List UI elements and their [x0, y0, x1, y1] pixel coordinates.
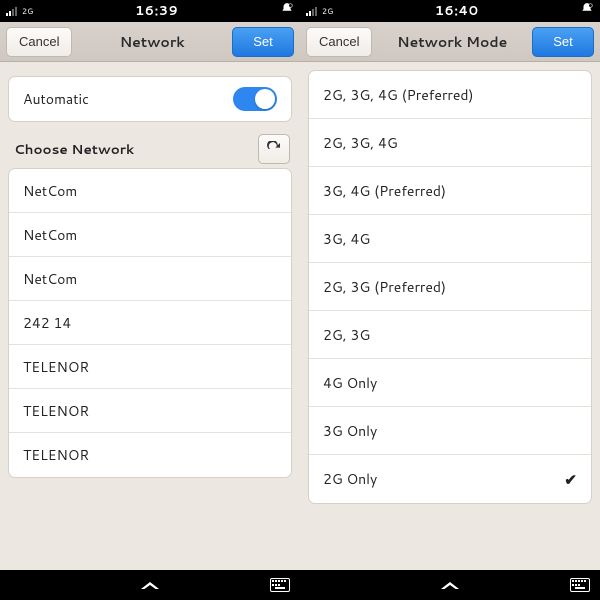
choose-network-heading: Choose Network [14, 140, 134, 159]
list-item[interactable]: TELENOR [9, 389, 291, 433]
list-item[interactable]: 3G Only [309, 407, 591, 455]
network-type-label: 2G [322, 5, 333, 17]
refresh-icon [266, 141, 282, 157]
mode-list: 2G, 3G, 4G (Preferred) 2G, 3G, 4G 3G, 4G… [308, 70, 592, 504]
list-item[interactable]: TELENOR [9, 433, 291, 477]
list-item[interactable]: 3G, 4G (Preferred) [309, 167, 591, 215]
list-item[interactable]: 2G, 3G, 4G (Preferred) [309, 71, 591, 119]
list-item[interactable]: 2G, 3G, 4G [309, 119, 591, 167]
checkmark-icon: ✔ [564, 469, 577, 490]
clock: 16:40 [435, 2, 479, 20]
automatic-label: Automatic [23, 89, 233, 109]
cancel-button[interactable]: Cancel [6, 27, 72, 57]
list-item[interactable]: TELENOR [9, 345, 291, 389]
list-item[interactable]: 3G, 4G [309, 215, 591, 263]
list-item[interactable]: 2G, 3G [309, 311, 591, 359]
status-bar: 2G 16:40 [300, 0, 600, 22]
list-item[interactable]: 2G, 3G (Preferred) [309, 263, 591, 311]
notification-icon [280, 2, 294, 20]
refresh-button[interactable] [258, 134, 290, 164]
list-item[interactable]: NetCom [9, 169, 291, 213]
keyboard-icon[interactable] [270, 578, 290, 592]
list-item[interactable]: 242 14 [9, 301, 291, 345]
list-item[interactable]: 4G Only [309, 359, 591, 407]
list-item[interactable]: 2G Only ✔ [309, 455, 591, 503]
automatic-switch[interactable] [233, 87, 277, 111]
set-button[interactable]: Set [532, 27, 594, 57]
screen-network: 2G 16:39 Cancel Network Set Automatic [0, 0, 300, 570]
header-bar: Cancel Network Set [0, 22, 300, 62]
automatic-row[interactable]: Automatic [9, 77, 291, 121]
list-item[interactable]: NetCom [9, 213, 291, 257]
notification-icon [580, 2, 594, 20]
bottom-bar [0, 570, 600, 600]
signal-icon [306, 7, 317, 16]
network-type-label: 2G [22, 5, 33, 17]
header-bar: Cancel Network Mode Set [300, 22, 600, 62]
status-bar: 2G 16:39 [0, 0, 300, 22]
page-title: Network [72, 32, 232, 52]
page-title: Network Mode [372, 32, 532, 52]
network-list: NetCom NetCom NetCom 242 14 TELENOR TELE… [8, 168, 292, 478]
list-item[interactable]: NetCom [9, 257, 291, 301]
drawer-up-icon[interactable] [141, 582, 159, 589]
clock: 16:39 [135, 2, 178, 20]
signal-icon [6, 7, 17, 16]
screen-network-mode: 2G 16:40 Cancel Network Mode Set 2G, 3G,… [300, 0, 600, 570]
keyboard-icon[interactable] [570, 578, 590, 592]
drawer-up-icon[interactable] [441, 582, 459, 589]
set-button[interactable]: Set [232, 27, 294, 57]
cancel-button[interactable]: Cancel [306, 27, 372, 57]
